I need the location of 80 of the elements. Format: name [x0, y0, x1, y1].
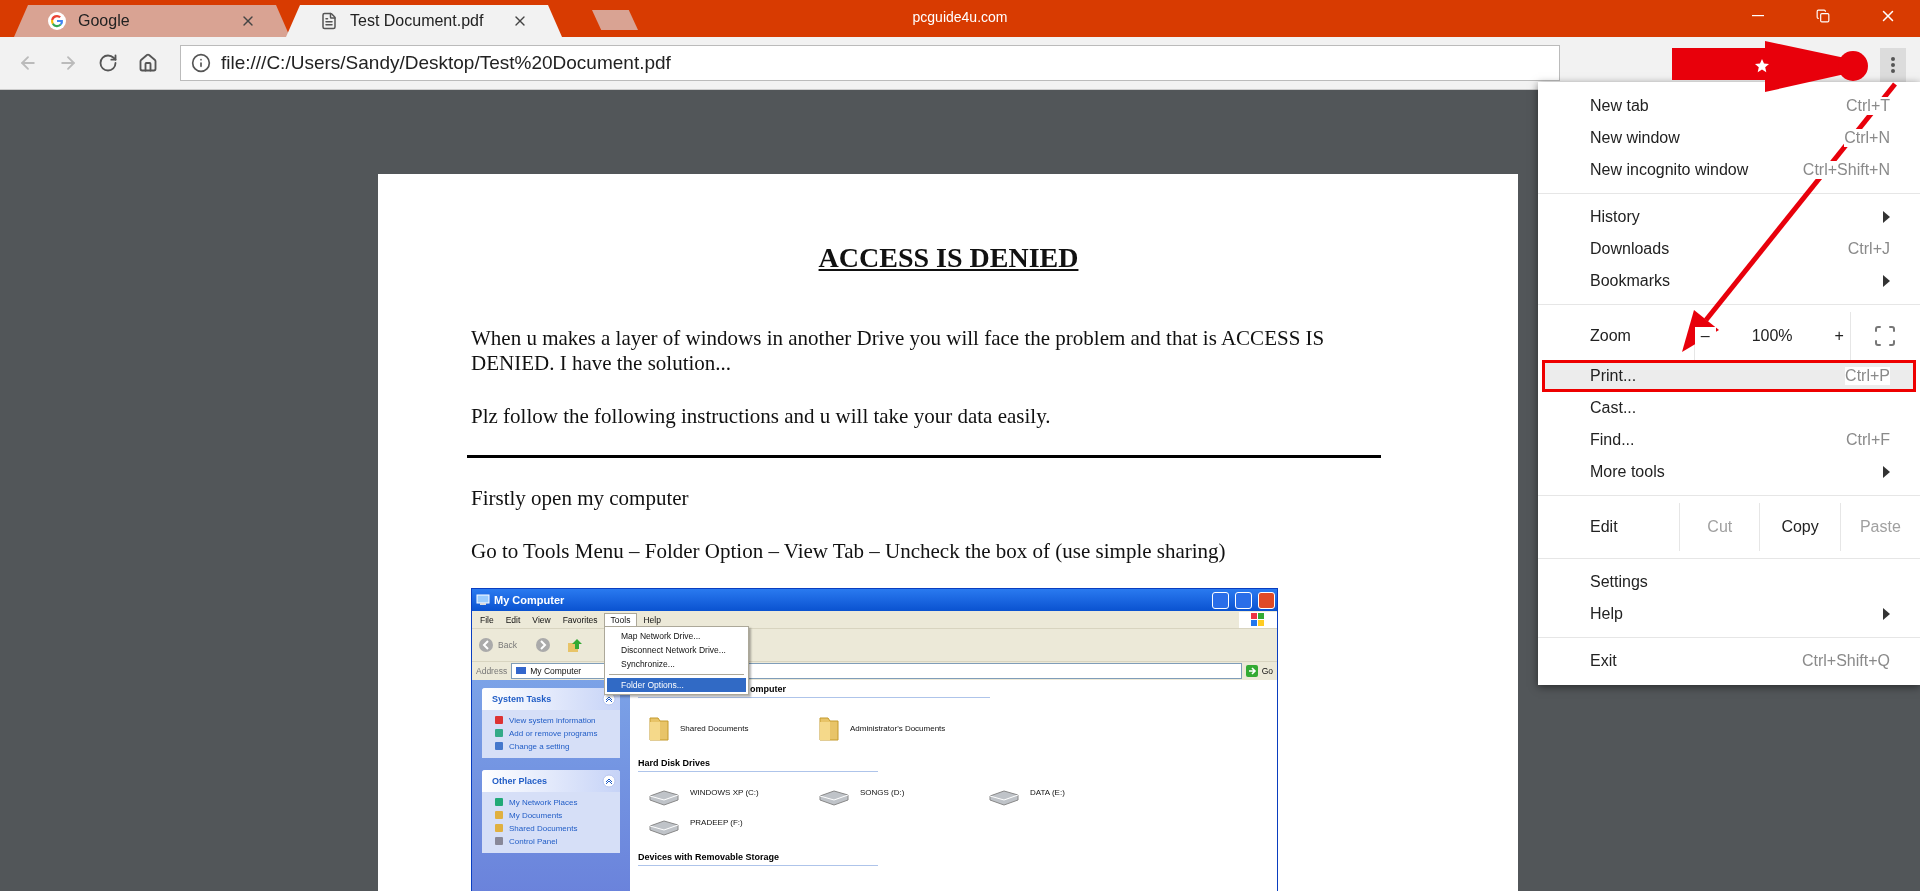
back-label: Back	[498, 640, 517, 650]
item-label: Administrator's Documents	[850, 724, 946, 733]
document-title: ACCESS IS DENIED	[817, 242, 1080, 274]
menu-item[interactable]: Cast...	[1538, 392, 1920, 424]
go-label: Go	[1261, 666, 1273, 676]
item-label: Shared Documents	[680, 724, 749, 733]
go-arrow-icon	[1245, 665, 1258, 677]
computer-icon	[476, 594, 490, 606]
section-heading: Hard Disk Drives	[638, 756, 878, 772]
folder-icon	[648, 714, 670, 742]
fullscreen-icon[interactable]	[1873, 324, 1898, 348]
edit-label: Edit	[1589, 517, 1619, 537]
dropdown-item: Map Network Drive...	[620, 630, 702, 643]
menu-item[interactable]: More tools	[1538, 456, 1920, 488]
star-icon[interactable]	[1755, 59, 1769, 73]
menu-item[interactable]: Bookmarks	[1538, 265, 1920, 297]
submenu-arrow-icon	[1883, 275, 1890, 287]
close-icon	[1258, 591, 1275, 609]
menu-item[interactable]: New incognito window Ctrl+Shift+N	[1538, 154, 1920, 186]
programs-icon	[494, 728, 504, 738]
windows-flag-icon	[1239, 611, 1277, 628]
hard-drive-icon	[648, 788, 680, 806]
google-logo-icon	[48, 12, 66, 30]
menu-bar-item: Edit	[504, 613, 522, 626]
item-label: SONGS (D:)	[860, 788, 905, 797]
address-bar[interactable]: file:///C:/Users/Sandy/Desktop/Test%20Document.pdf	[180, 45, 1560, 81]
window-title: pcguide4u.com	[912, 9, 1008, 25]
menu-item[interactable]: Exit Ctrl+Shift+Q	[1538, 645, 1920, 677]
address-label: Address	[476, 666, 508, 676]
menu-button[interactable]	[1880, 48, 1906, 82]
menu-bar-item: View	[531, 613, 552, 626]
menu-item[interactable]: Print... Ctrl+P	[1542, 360, 1916, 392]
zoom-out-button[interactable]: –	[1694, 327, 1716, 345]
folder-icon	[818, 714, 840, 742]
menu-bar-item: Help	[642, 613, 662, 626]
menu-bar-item: Favorites	[561, 613, 599, 626]
menu-item[interactable]: New tab Ctrl+T	[1538, 90, 1920, 122]
hard-drive-icon	[818, 788, 850, 806]
item-label: PRADEEP (F:)	[690, 818, 743, 827]
home-icon	[138, 53, 158, 73]
hard-drive-icon	[648, 818, 680, 836]
dropdown-item: Disconnect Network Drive...	[620, 644, 727, 657]
network-icon	[494, 797, 504, 807]
item-label: WINDOWS XP (C:)	[690, 788, 759, 797]
info-icon	[494, 715, 504, 725]
menu-item[interactable]: History	[1538, 201, 1920, 233]
menu-bar-item: File	[479, 613, 495, 626]
item-label: DATA (E:)	[1030, 788, 1065, 797]
computer-icon	[516, 666, 527, 676]
document-icon	[320, 12, 338, 30]
menu-item[interactable]: Downloads Ctrl+J	[1538, 233, 1920, 265]
menu-item[interactable]: Settings	[1538, 566, 1920, 598]
section-heading: Devices with Removable Storage	[638, 850, 878, 866]
reload-icon	[98, 53, 118, 73]
menu-item[interactable]: New window Ctrl+N	[1538, 122, 1920, 154]
panel-icon	[494, 836, 504, 846]
paragraph: When u makes a layer of windows in another Drive you will face the problem and that is ACCESS IS DENIED. I have the solution...	[471, 326, 1326, 376]
forward-arrow-icon	[58, 53, 78, 73]
dropdown-item: Folder Options...	[607, 678, 746, 692]
submenu-arrow-icon	[1883, 466, 1890, 478]
paragraph: Firstly open my computer	[471, 486, 690, 511]
up-folder-icon	[566, 637, 583, 653]
menu-item[interactable]: Help	[1538, 598, 1920, 630]
info-icon	[191, 53, 211, 73]
menu-item[interactable]: Find... Ctrl+F	[1538, 424, 1920, 456]
submenu-arrow-icon	[1883, 608, 1890, 620]
submenu-arrow-icon	[1883, 211, 1890, 223]
setting-icon	[494, 741, 504, 751]
browser-tab[interactable]: Test Document.pdf	[286, 5, 562, 37]
panel-title: Other Places	[492, 776, 548, 786]
browser-tab[interactable]: Google	[14, 5, 290, 37]
window-title: My Computer	[494, 594, 566, 606]
menu-bar-item: Tools	[603, 612, 638, 627]
hard-drive-icon	[988, 788, 1020, 806]
more-vertical-icon	[1891, 57, 1895, 73]
paragraph: Go to Tools Menu – Folder Option – View Tab – Uncheck the box of (use simple sharing)	[471, 539, 1227, 564]
collapse-chevron-icon	[602, 774, 616, 788]
zoom-label: Zoom	[1589, 326, 1632, 346]
paragraph: Plz follow the following instructions and u will take your data easily.	[471, 404, 1052, 429]
panel-title: System Tasks	[492, 694, 552, 704]
